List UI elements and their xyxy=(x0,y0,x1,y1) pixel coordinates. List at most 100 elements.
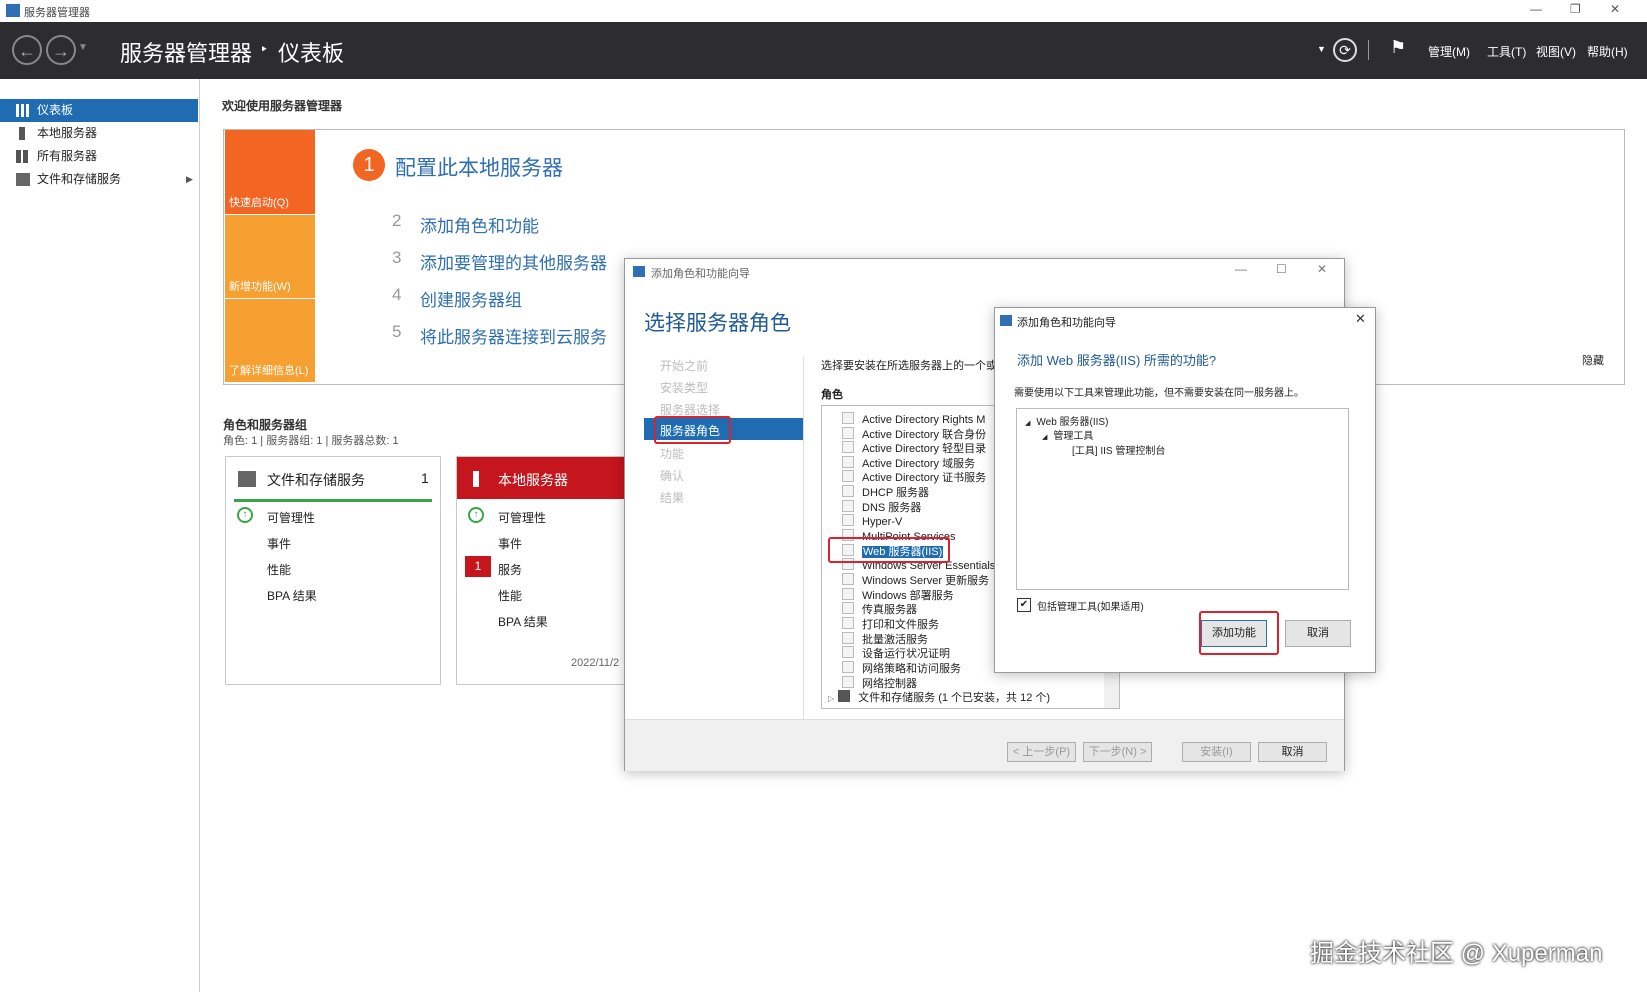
step-before-begin[interactable]: 开始之前 xyxy=(660,357,708,374)
breadcrumb-separator: ‣ xyxy=(260,41,269,57)
role-checkbox[interactable] xyxy=(842,602,854,614)
card-count: 1 xyxy=(421,470,429,486)
role-checkbox[interactable] xyxy=(842,456,854,468)
close-icon[interactable]: ✕ xyxy=(1610,2,1620,16)
role-item-file-storage[interactable]: ▷ 文件和存储服务 (1 个已安装，共 12 个) xyxy=(828,690,1050,704)
task-number: 4 xyxy=(392,285,402,304)
notification-flag-icon[interactable]: ⚑ xyxy=(1390,37,1406,58)
menu-help[interactable]: 帮助(H) xyxy=(1587,43,1628,60)
role-item[interactable]: Active Directory 证书服务 xyxy=(842,470,986,484)
step-results[interactable]: 结果 xyxy=(660,489,684,506)
role-item[interactable]: Windows Server 更新服务 xyxy=(842,573,989,587)
sidebar-item-dashboard[interactable]: 仪表板 xyxy=(0,99,198,122)
role-checkbox[interactable] xyxy=(842,661,854,673)
step-features[interactable]: 功能 xyxy=(660,445,684,462)
learn-more-label: 了解详细信息(L) xyxy=(229,365,309,377)
tree-node-iis-console[interactable]: [工具] IIS 管理控制台 xyxy=(1072,442,1165,457)
menu-tools[interactable]: 工具(T) xyxy=(1487,43,1526,60)
back-icon[interactable]: ← xyxy=(12,35,42,65)
step-confirmation[interactable]: 确认 xyxy=(660,467,684,484)
add-roles-features-link[interactable]: 添加角色和功能 xyxy=(420,212,539,237)
dialog-cancel-button[interactable]: 取消 xyxy=(1285,620,1351,647)
server-icon xyxy=(473,471,479,487)
close-icon[interactable]: ✕ xyxy=(1317,262,1327,276)
role-checkbox-partial[interactable] xyxy=(838,690,851,702)
card-row-events[interactable]: 事件 xyxy=(267,535,291,552)
close-icon[interactable]: ✕ xyxy=(1355,311,1366,327)
create-server-group-link[interactable]: 创建服务器组 xyxy=(420,286,522,311)
role-checkbox[interactable] xyxy=(842,588,854,600)
menu-view[interactable]: 视图(V) xyxy=(1536,43,1576,60)
role-item[interactable]: 批量激活服务 xyxy=(842,632,928,646)
learn-more-tile[interactable]: 了解详细信息(L) xyxy=(225,299,315,382)
role-item[interactable]: Hyper-V xyxy=(842,514,902,528)
sidebar-item-all-servers[interactable]: 所有服务器 xyxy=(0,145,198,168)
install-button[interactable]: 安装(I) xyxy=(1182,742,1251,762)
role-item[interactable]: Active Directory Rights M xyxy=(842,412,985,426)
role-item[interactable]: Active Directory 轻型目录 xyxy=(842,441,986,455)
sidebar-item-file-storage[interactable]: 文件和存储服务 ▶ xyxy=(0,168,198,191)
hide-link[interactable]: 隐藏 xyxy=(1582,352,1604,368)
card-row-bpa[interactable]: BPA 结果 xyxy=(498,613,548,630)
role-checkbox[interactable] xyxy=(842,427,854,439)
whats-new-tile[interactable]: 新增功能(W) xyxy=(225,215,315,298)
role-checkbox[interactable] xyxy=(842,485,854,497)
role-item[interactable]: 打印和文件服务 xyxy=(842,617,939,631)
menu-manage[interactable]: 管理(M) xyxy=(1428,43,1470,60)
minimize-icon[interactable]: — xyxy=(1530,2,1542,16)
minimize-icon[interactable]: — xyxy=(1235,262,1247,276)
role-checkbox[interactable] xyxy=(842,514,854,526)
wizard-cancel-button[interactable]: 取消 xyxy=(1258,742,1327,762)
breadcrumb-app[interactable]: 服务器管理器 xyxy=(120,36,252,68)
card-title[interactable]: 文件和存储服务 xyxy=(267,470,365,490)
card-row-services[interactable]: 服务 xyxy=(498,561,522,578)
collapse-arrow-icon[interactable]: ◢ xyxy=(1025,420,1030,427)
role-checkbox[interactable] xyxy=(842,441,854,453)
role-checkbox[interactable] xyxy=(842,632,854,644)
dropdown-icon[interactable]: ▼ xyxy=(1317,44,1326,54)
card-row-manageability[interactable]: 可管理性 xyxy=(498,509,546,526)
history-dropdown-icon[interactable]: ▼ xyxy=(78,42,88,53)
role-checkbox[interactable] xyxy=(842,646,854,658)
card-title[interactable]: 本地服务器 xyxy=(498,470,568,490)
card-row-bpa[interactable]: BPA 结果 xyxy=(267,587,317,604)
refresh-icon[interactable]: ⟳ xyxy=(1333,38,1357,62)
role-checkbox[interactable] xyxy=(842,676,854,688)
tree-node-web-server[interactable]: ◢ Web 服务器(IIS) xyxy=(1025,413,1108,428)
add-other-servers-link[interactable]: 添加要管理的其他服务器 xyxy=(420,249,607,274)
role-item[interactable]: Active Directory 联合身份 xyxy=(842,427,986,441)
tree-node-management-tools[interactable]: ◢ 管理工具 xyxy=(1042,427,1093,442)
maximize-icon[interactable]: ☐ xyxy=(1276,262,1287,276)
role-item[interactable]: 网络策略和访问服务 xyxy=(842,661,961,675)
card-row-events[interactable]: 事件 xyxy=(498,535,522,552)
role-item[interactable]: 设备运行状况证明 xyxy=(842,646,950,660)
role-item[interactable]: Active Directory 域服务 xyxy=(842,456,975,470)
configure-local-server-link[interactable]: 配置此本地服务器 xyxy=(395,152,563,182)
role-item[interactable]: DNS 服务器 xyxy=(842,500,921,514)
quick-start-tile[interactable]: 快速启动(Q) xyxy=(225,130,315,214)
connect-cloud-link[interactable]: 将此服务器连接到云服务 xyxy=(420,323,607,348)
role-item[interactable]: 网络控制器 xyxy=(842,676,917,690)
step-install-type[interactable]: 安装类型 xyxy=(660,379,708,396)
card-row-manageability[interactable]: 可管理性 xyxy=(267,509,315,526)
sidebar-item-label: 本地服务器 xyxy=(37,126,98,140)
sidebar-item-local-server[interactable]: 本地服务器 xyxy=(0,122,198,145)
include-tools-checkbox[interactable]: ✔ xyxy=(1017,598,1031,612)
role-checkbox[interactable] xyxy=(842,500,854,512)
role-checkbox[interactable] xyxy=(842,412,854,424)
role-checkbox[interactable] xyxy=(842,573,854,585)
collapse-arrow-icon[interactable]: ◢ xyxy=(1042,434,1047,441)
role-checkbox[interactable] xyxy=(842,470,854,482)
restore-icon[interactable]: ❐ xyxy=(1570,2,1581,16)
role-item[interactable]: 传真服务器 xyxy=(842,602,917,616)
next-button[interactable]: 下一步(N) > xyxy=(1083,742,1152,762)
forward-icon[interactable]: → xyxy=(46,35,76,65)
role-item[interactable]: Windows 部署服务 xyxy=(842,588,954,602)
card-row-performance[interactable]: 性能 xyxy=(498,587,522,604)
expand-arrow-icon[interactable]: ▶ xyxy=(186,168,193,191)
card-row-performance[interactable]: 性能 xyxy=(267,561,291,578)
expand-arrow-icon[interactable]: ▷ xyxy=(828,694,834,703)
role-item[interactable]: DHCP 服务器 xyxy=(842,485,929,499)
role-checkbox[interactable] xyxy=(842,617,854,629)
previous-button[interactable]: < 上一步(P) xyxy=(1007,742,1076,762)
